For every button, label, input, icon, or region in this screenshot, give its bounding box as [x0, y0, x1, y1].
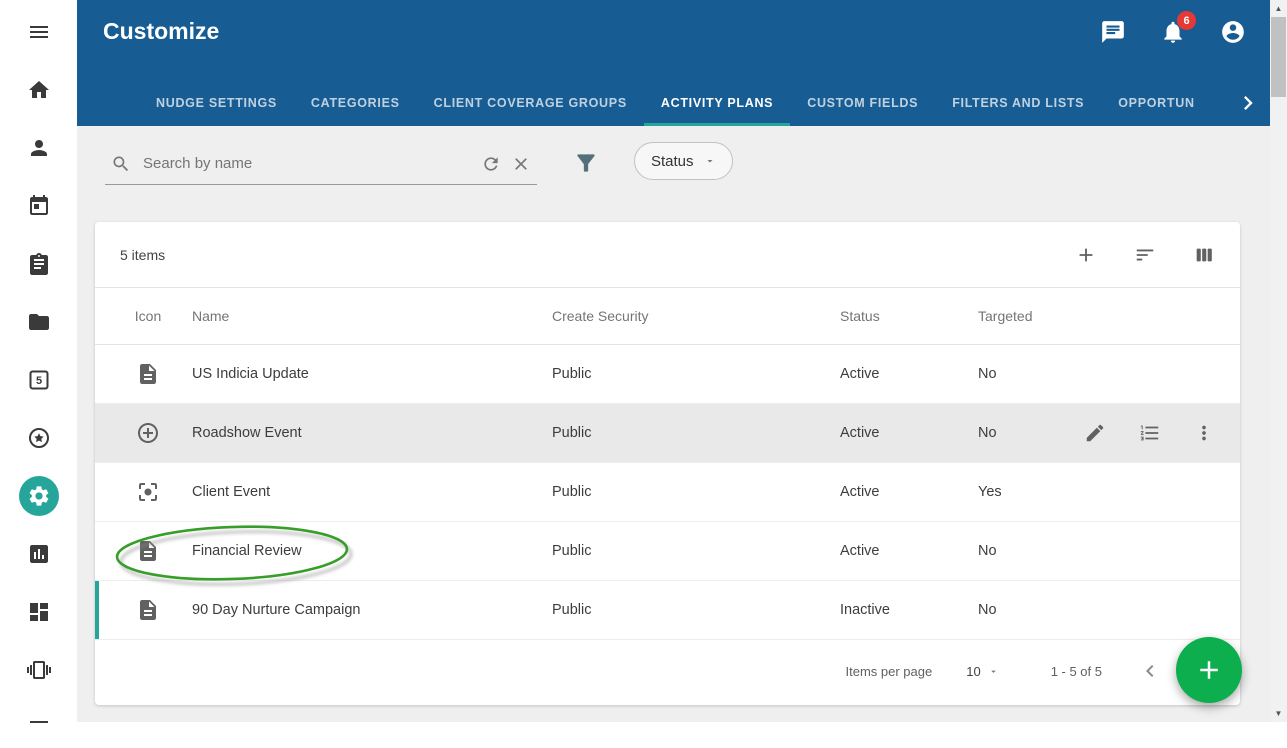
filter-funnel-icon[interactable]: [573, 150, 599, 176]
document-icon: [120, 598, 176, 622]
tab-filters-and-lists[interactable]: FILTERS AND LISTS: [935, 80, 1101, 126]
tab-opportunities[interactable]: OPPORTUN: [1101, 80, 1211, 126]
cell-name: Roadshow Event: [192, 425, 536, 441]
cell-status: Active: [840, 425, 962, 441]
search-input[interactable]: [141, 154, 471, 173]
table-header-row: Icon Name Create Security Status Targete…: [95, 288, 1240, 345]
settings-icon[interactable]: [19, 476, 59, 516]
tabs-scroll-right-icon[interactable]: [1234, 89, 1262, 117]
table-row[interactable]: Roadshow Event Public Active No: [95, 404, 1240, 463]
document-icon: [120, 539, 176, 563]
cell-targeted: No: [978, 366, 1068, 382]
sort-icon[interactable]: [1134, 244, 1156, 266]
cell-status: Active: [840, 543, 962, 559]
add-item-icon[interactable]: [1075, 244, 1097, 266]
tab-bar: NUDGE SETTINGS CATEGORIES CLIENT COVERAG…: [139, 80, 1226, 126]
main-content: Status 5 items Icon Name Create Security…: [77, 126, 1270, 722]
vibration-icon[interactable]: [19, 650, 59, 690]
cell-create-security: Public: [552, 602, 824, 618]
column-header-create-security: Create Security: [552, 308, 824, 324]
svg-text:5: 5: [35, 375, 41, 387]
more-vertical-icon[interactable]: [1193, 422, 1215, 444]
edit-icon[interactable]: [1084, 422, 1106, 444]
cell-status: Active: [840, 366, 962, 382]
cell-targeted: No: [978, 425, 1068, 441]
cell-targeted: No: [978, 543, 1068, 559]
page-size-value: 10: [966, 664, 980, 679]
chat-icon[interactable]: [1100, 19, 1126, 45]
pagination-bar: Items per page 10 1 - 5 of 5: [95, 640, 1240, 702]
cell-status: Active: [840, 484, 962, 500]
reports-icon[interactable]: [19, 534, 59, 574]
sidebar: 5: [0, 0, 77, 722]
scrollbar-thumb[interactable]: [1271, 17, 1286, 97]
cell-targeted: Yes: [978, 484, 1068, 500]
tab-nudge-settings[interactable]: NUDGE SETTINGS: [139, 80, 294, 126]
cell-name: Client Event: [192, 484, 536, 500]
cell-targeted: No: [978, 602, 1068, 618]
scroll-down-icon[interactable]: ▼: [1270, 705, 1287, 722]
table-row[interactable]: Financial Review Public Active No: [95, 522, 1240, 581]
previous-page-icon[interactable]: [1138, 659, 1162, 683]
tab-custom-fields[interactable]: CUSTOM FIELDS: [790, 80, 935, 126]
tab-categories[interactable]: CATEGORIES: [294, 80, 417, 126]
activity-plans-card: 5 items Icon Name Create Security Status…: [95, 222, 1240, 705]
items-count: 5 items: [120, 247, 165, 263]
home-icon[interactable]: [19, 70, 59, 110]
search-bar: [105, 143, 537, 185]
number-5-icon[interactable]: 5: [19, 360, 59, 400]
items-per-page-label: Items per page: [846, 664, 933, 679]
favorites-icon[interactable]: [19, 418, 59, 458]
notification-badge: 6: [1177, 11, 1196, 30]
cell-create-security: Public: [552, 366, 824, 382]
account-icon[interactable]: [1220, 19, 1246, 45]
partial-icon[interactable]: [19, 708, 59, 748]
cell-name: 90 Day Nurture Campaign: [192, 602, 536, 618]
numbered-list-icon[interactable]: [1139, 422, 1161, 444]
page-title: Customize: [103, 18, 219, 45]
column-header-status: Status: [840, 308, 962, 324]
columns-icon[interactable]: [1193, 244, 1215, 266]
pagination-range: 1 - 5 of 5: [1051, 664, 1102, 679]
profile-icon[interactable]: [19, 128, 59, 168]
refresh-icon[interactable]: [481, 154, 501, 174]
tasks-icon[interactable]: [19, 244, 59, 284]
page-size-select[interactable]: 10: [966, 664, 998, 679]
app-header: Customize 6 NUDGE SETTINGS CATEGORIES CL…: [77, 0, 1270, 126]
column-header-name: Name: [192, 308, 536, 324]
add-circle-icon: [120, 421, 176, 445]
cell-name: Financial Review: [192, 543, 536, 559]
add-fab-button[interactable]: [1176, 637, 1242, 703]
document-icon: [120, 362, 176, 386]
folder-icon[interactable]: [19, 302, 59, 342]
status-filter-label: Status: [651, 153, 694, 170]
cell-name: US Indicia Update: [192, 366, 536, 382]
dashboard-icon[interactable]: [19, 592, 59, 632]
cell-status: Inactive: [840, 602, 962, 618]
scrollbar[interactable]: ▲ ▼: [1270, 0, 1287, 722]
scroll-up-icon[interactable]: ▲: [1270, 0, 1287, 17]
table-row[interactable]: US Indicia Update Public Active No: [95, 345, 1240, 404]
status-filter-chip[interactable]: Status: [634, 142, 733, 180]
cell-create-security: Public: [552, 484, 824, 500]
cell-create-security: Public: [552, 543, 824, 559]
search-icon: [111, 154, 131, 174]
clear-search-icon[interactable]: [511, 154, 531, 174]
cell-create-security: Public: [552, 425, 824, 441]
calendar-icon[interactable]: [19, 186, 59, 226]
chevron-down-icon: [704, 155, 716, 167]
table-row[interactable]: 90 Day Nurture Campaign Public Inactive …: [95, 581, 1240, 640]
tab-client-coverage-groups[interactable]: CLIENT COVERAGE GROUPS: [417, 80, 644, 126]
menu-icon[interactable]: [19, 12, 59, 52]
notifications-bell-icon[interactable]: 6: [1160, 19, 1186, 45]
chevron-down-icon: [988, 666, 999, 677]
column-header-icon: Icon: [120, 308, 176, 324]
tab-activity-plans[interactable]: ACTIVITY PLANS: [644, 80, 790, 126]
table-row[interactable]: Client Event Public Active Yes: [95, 463, 1240, 522]
column-header-targeted: Targeted: [978, 308, 1068, 324]
center-focus-icon: [120, 480, 176, 504]
